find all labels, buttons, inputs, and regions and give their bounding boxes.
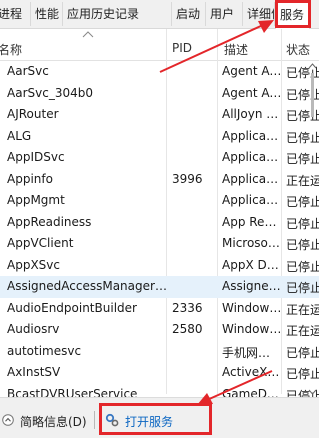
tab-bar: 进程 性能 应用历史记录 启动 用户 详细信息 服务 (0, 0, 319, 29)
service-description: Windows Audio (222, 322, 282, 336)
service-description: Application Information (222, 171, 282, 186)
services-list: AarSvcAgent Activation Runtime已停止AarSvc_… (0, 61, 319, 405)
service-name: AarSvc (7, 64, 49, 78)
service-name: AppIDSvc (7, 150, 65, 164)
service-description: AllJoyn Router Service (222, 107, 282, 121)
service-description: Agent Activation Runtime (222, 64, 282, 78)
service-description: Windows Audio Endpoint Builder (222, 300, 282, 315)
sort-up-icon (82, 31, 94, 38)
tab-app-history[interactable]: 应用历史记录 (63, 2, 172, 26)
service-row[interactable]: AudioEndpointBuilder 2336 Windows Audio En… (0, 298, 319, 320)
service-description: Application Layer Gateway (222, 128, 282, 143)
service-row[interactable]: AssignedAccessManagerSvc AssignedAccessMa… (0, 276, 319, 298)
service-row[interactable]: AarSvcAgent Activation Runtime已停止 (0, 61, 319, 83)
column-header-name[interactable]: 名称 (0, 41, 22, 58)
tab-processes[interactable]: 进程 (0, 2, 31, 26)
service-name: AudioEndpointBuilder (7, 300, 137, 315)
service-row[interactable]: AJRouterAllJoyn Router Service已停止 (0, 104, 319, 126)
scrollbar-arrows-icon (308, 63, 317, 395)
service-row[interactable]: autotimesvc手机网络时间已停止 (0, 341, 319, 363)
service-row[interactable]: AarSvc_304b0Agent Activation Runtime已停止 (0, 83, 319, 105)
service-description: App Readiness (222, 214, 282, 229)
service-description: Application Identity (222, 150, 282, 164)
service-name: AppXSvc (7, 257, 60, 272)
service-description: Application Management (222, 193, 282, 207)
less-details-button[interactable]: 简略信息(D) (20, 413, 87, 430)
column-header-row: 名称 PID 描述 状态 (0, 29, 319, 61)
service-description: AssignedAccessManager (222, 279, 282, 293)
service-description: Agent Activation Runtime (222, 85, 282, 100)
service-name: AssignedAccessManagerSvc (7, 279, 167, 293)
column-header-status[interactable]: 状态 (286, 41, 310, 58)
footer-divider (94, 411, 95, 429)
service-row[interactable]: AppMgmtApplication Management已停止 (0, 190, 319, 212)
services-tab-highlight (275, 0, 311, 28)
service-pid: 2580 (172, 322, 203, 336)
service-description: Microsoft App-V Client (222, 236, 282, 250)
column-header-pid[interactable]: PID (172, 41, 192, 55)
service-row[interactable]: AppVClientMicrosoft App-V Client已停止 (0, 233, 319, 255)
tab-users[interactable]: 用户 (206, 2, 243, 26)
service-name: ALG (7, 128, 32, 143)
column-header-description[interactable]: 描述 (224, 41, 248, 58)
service-description: AppX Deployment Service (222, 257, 282, 272)
open-services-highlight (99, 403, 212, 435)
service-name: AppMgmt (7, 193, 65, 207)
service-name: autotimesvc (7, 343, 82, 358)
service-name: Appinfo (7, 171, 53, 186)
service-description: 手机网络时间 (222, 345, 282, 360)
service-description: ActiveX Installer (222, 365, 282, 379)
service-row[interactable]: Appinfo3996Application Information正在运行 (0, 169, 319, 191)
service-name: Audiosrv (7, 322, 60, 336)
tab-startup[interactable]: 启动 (172, 2, 206, 26)
service-pid: 3996 (172, 171, 203, 186)
service-row[interactable]: ALGApplication Layer Gateway已停止 (0, 126, 319, 148)
service-row[interactable]: AxInstSVActiveX Installer已停止 (0, 362, 319, 384)
tab-details[interactable]: 详细信息 (243, 2, 275, 26)
service-row[interactable]: AppXSvcAppX Deployment Service已停止 (0, 255, 319, 277)
service-row[interactable]: AppReadinessApp Readiness已停止 (0, 212, 319, 234)
service-row[interactable]: Audiosrv2580Windows Audio正在运行 (0, 319, 319, 341)
service-pid: 2336 (172, 300, 203, 315)
service-name: AJRouter (7, 107, 59, 121)
service-name: AppVClient (7, 236, 74, 250)
service-name: AarSvc_304b0 (7, 85, 93, 100)
service-row[interactable]: AppIDSvcApplication Identity已停止 (0, 147, 319, 169)
service-name: AppReadiness (7, 214, 92, 229)
collapse-chevron-icon[interactable] (2, 414, 14, 426)
service-name: AxInstSV (7, 365, 61, 379)
tab-performance[interactable]: 性能 (31, 2, 63, 26)
vertical-scrollbar[interactable] (306, 61, 319, 397)
